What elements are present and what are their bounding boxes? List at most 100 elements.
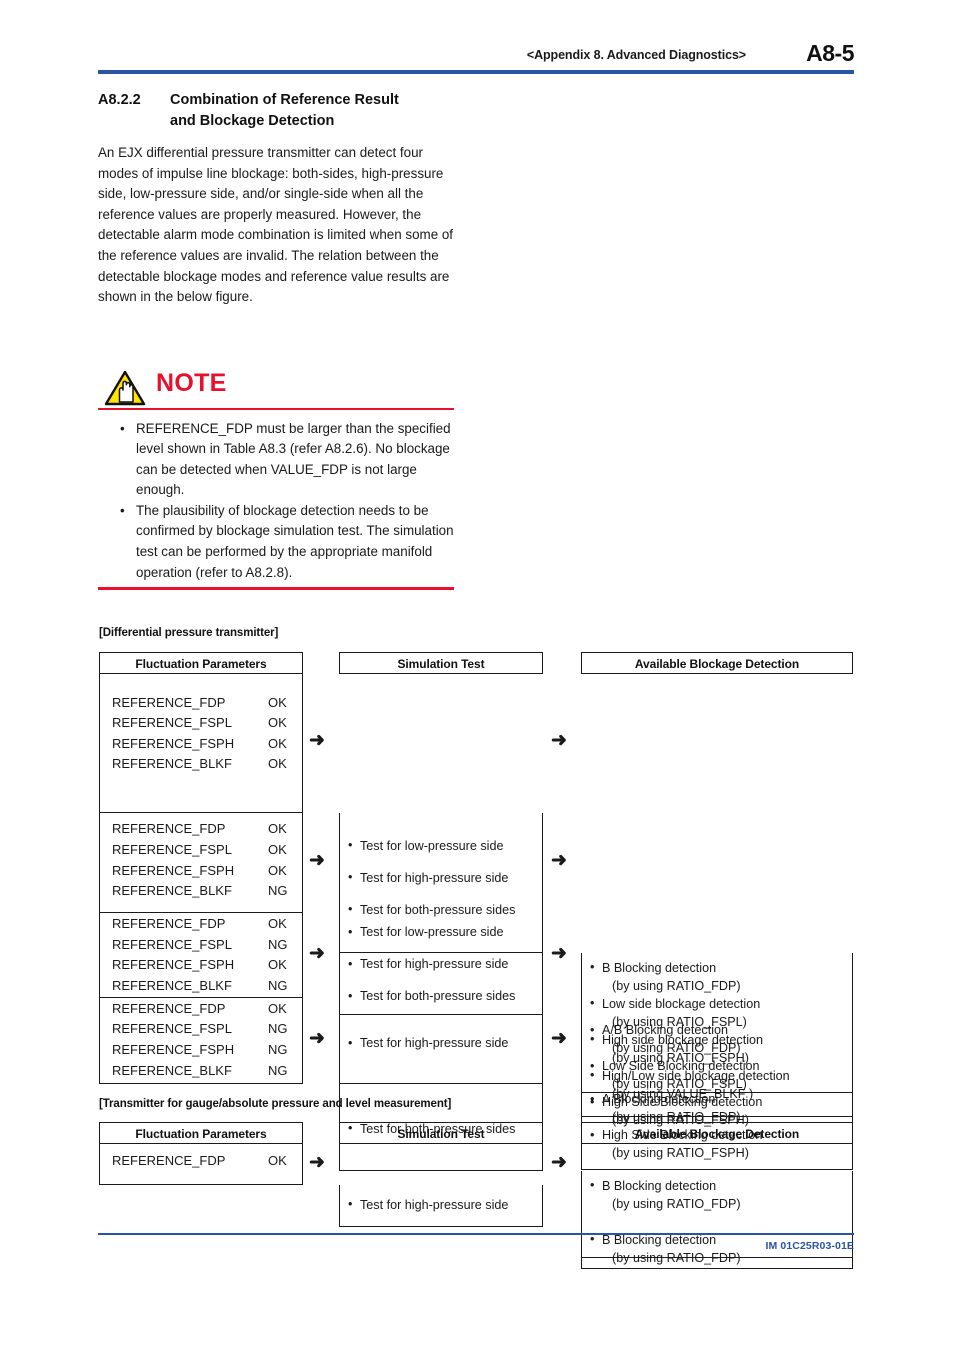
- parameter-list: REFERENCE_FDP OK REFERENCE_FSPL NG REFER…: [100, 914, 302, 996]
- arrow-right-icon: ➜: [309, 1027, 325, 1049]
- figure1-row: REFERENCE_FDP OK REFERENCE_FSPL NG REFER…: [99, 996, 854, 1258]
- parameter-row: REFERENCE_FDP OK: [100, 999, 302, 1020]
- parameter-row: REFERENCE_FSPH OK: [100, 734, 302, 755]
- parameter-row: REFERENCE_FSPH OK: [100, 861, 302, 882]
- note-title: NOTE: [156, 369, 227, 397]
- test-item: • Test for high-pressure side: [340, 1196, 542, 1214]
- parameter-name: REFERENCE_BLKF: [112, 977, 232, 993]
- column-header-fluctuation-parameters: Fluctuation Parameters: [99, 652, 303, 674]
- figure1-flow-table: Fluctuation Parameters Simulation Test A…: [99, 652, 854, 1258]
- figure1-header-row: Fluctuation Parameters Simulation Test A…: [99, 652, 854, 674]
- parameter-value: NG: [268, 977, 288, 993]
- parameter-row: REFERENCE_FDP OK: [100, 693, 302, 714]
- parameter-name: REFERENCE_BLKF: [112, 883, 232, 899]
- parameter-value: NG: [268, 883, 288, 899]
- parameter-name: REFERENCE_FSPL: [112, 936, 232, 952]
- parameter-list: REFERENCE_FDP OK REFERENCE_FSPL OK REFER…: [100, 693, 302, 775]
- parameter-row: REFERENCE_FDP OK: [100, 819, 302, 840]
- column-header-available-blockage-detection: Available Blockage Detection: [581, 652, 853, 674]
- parameter-value: OK: [268, 735, 287, 751]
- parameter-value: OK: [268, 1000, 287, 1016]
- figure2-caption: [Transmitter for gauge/absolute pressure…: [99, 1098, 452, 1110]
- column-header-fluctuation-parameters: Fluctuation Parameters: [99, 1122, 303, 1144]
- section-heading: A8.2.2 Combination of Reference Result a…: [98, 90, 518, 132]
- bullet-glyph: •: [120, 502, 125, 518]
- document-number: IM 01C25R03-01E: [765, 1240, 854, 1252]
- parameter-name: REFERENCE_FSPL: [112, 715, 232, 731]
- parameter-name: REFERENCE_FSPH: [112, 735, 235, 751]
- figure1-caption: [Differential pressure transmitter]: [99, 627, 279, 639]
- note-item-text: The plausibility of blockage detection n…: [136, 502, 454, 580]
- arrow-right-icon: ➜: [309, 729, 325, 751]
- parameter-name: REFERENCE_FDP: [112, 1000, 226, 1016]
- parameter-row: REFERENCE_BLKF NG: [100, 881, 302, 902]
- section-number: A8.2.2: [98, 92, 141, 108]
- column-header-available-blockage-detection: Available Blockage Detection: [581, 1122, 853, 1144]
- intro-paragraph: An EJX differential pressure transmitter…: [98, 145, 454, 305]
- parameter-name: REFERENCE_FSPH: [112, 862, 235, 878]
- figure1-row: REFERENCE_FDP OK REFERENCE_FSPL NG REFER…: [99, 912, 854, 1171]
- parameter-value: OK: [268, 862, 287, 878]
- running-head: <Appendix 8. Advanced Diagnostics>: [526, 48, 746, 62]
- arrow-right-icon: ➜: [551, 1151, 567, 1173]
- parameter-row: REFERENCE_FSPL NG: [100, 935, 302, 956]
- parameter-value: OK: [268, 1152, 287, 1168]
- parameter-row: REFERENCE_BLKF NG: [100, 1061, 302, 1082]
- parameter-value: OK: [268, 957, 287, 973]
- note-rule-bottom: [98, 587, 454, 590]
- parameter-row: REFERENCE_FSPL OK: [100, 840, 302, 861]
- column-header-simulation-test: Simulation Test: [339, 652, 543, 674]
- simulation-test-cell: • Test for high-pressure side: [339, 1184, 543, 1227]
- test-list: • Test for high-pressure side: [340, 1196, 542, 1214]
- page-number: A8-5: [806, 40, 854, 66]
- bullet-glyph: •: [120, 420, 125, 436]
- parameter-name: REFERENCE_BLKF: [112, 756, 232, 772]
- note-item-text: REFERENCE_FDP must be larger than the sp…: [136, 420, 451, 498]
- section-title-line1: Combination of Reference Result: [170, 92, 399, 108]
- parameter-name: REFERENCE_FDP: [112, 694, 226, 710]
- parameter-row: REFERENCE_FDP OK: [100, 1151, 302, 1172]
- arrow-right-icon: ➜: [309, 1151, 325, 1173]
- note-box: NOTE • REFERENCE_FDP must be larger than…: [98, 368, 454, 590]
- parameter-value: OK: [268, 916, 287, 932]
- bullet-glyph: •: [590, 1091, 595, 1106]
- parameter-name: REFERENCE_FDP: [112, 1152, 226, 1168]
- parameter-name: REFERENCE_FSPH: [112, 1042, 235, 1057]
- arrow-right-icon: ➜: [551, 1027, 567, 1049]
- fluctuation-parameters-cell: REFERENCE_FDP OK REFERENCE_FSPL OK REFER…: [99, 811, 303, 914]
- parameter-value: NG: [268, 1042, 288, 1057]
- parameter-row: REFERENCE_FSPH OK: [100, 955, 302, 976]
- warning-hand-triangle-icon: [104, 370, 146, 406]
- parameter-row: REFERENCE_BLKF OK: [100, 754, 302, 775]
- parameter-name: REFERENCE_FSPH: [112, 957, 235, 973]
- parameter-row: REFERENCE_FDP OK: [100, 914, 302, 935]
- header-rule: [98, 70, 854, 74]
- parameter-name: REFERENCE_FSPL: [112, 1021, 232, 1037]
- parameter-name: REFERENCE_BLKF: [112, 1062, 232, 1078]
- figure1-row: REFERENCE_FDP OK REFERENCE_FSPL OK REFER…: [99, 811, 854, 1127]
- parameter-value: NG: [268, 1062, 288, 1078]
- arrow-right-icon: ➜: [551, 729, 567, 751]
- note-list: • REFERENCE_FDP must be larger than the …: [98, 410, 454, 584]
- section-title-line2: and Blockage Detection: [170, 113, 335, 129]
- detection-item: • A Blocking detection (by using RATIO_F…: [582, 1090, 852, 1126]
- fluctuation-parameters-cell: REFERENCE_FDP OK REFERENCE_FSPL OK REFER…: [99, 672, 303, 813]
- parameter-value: OK: [268, 756, 287, 772]
- parameter-list: REFERENCE_FDP OK REFERENCE_FSPL OK REFER…: [100, 819, 302, 901]
- figure2-row: REFERENCE_FDP OK ➜ • Test for high-press…: [99, 1142, 854, 1269]
- arrow-right-icon: ➜: [551, 943, 567, 965]
- parameter-name: REFERENCE_FDP: [112, 821, 226, 837]
- parameter-row: REFERENCE_BLKF NG: [100, 976, 302, 997]
- footer-rule: [98, 1233, 854, 1235]
- parameter-value: OK: [268, 694, 287, 710]
- note-header: NOTE: [98, 368, 454, 408]
- parameter-value: NG: [268, 936, 288, 952]
- note-item: • REFERENCE_FDP must be larger than the …: [98, 419, 454, 501]
- detection-main: A Blocking detection: [602, 1092, 716, 1107]
- fluctuation-parameters-cell: REFERENCE_FDP OK: [99, 1142, 303, 1185]
- parameter-value: NG: [268, 1021, 288, 1037]
- parameter-name: REFERENCE_FSPL: [112, 842, 232, 857]
- parameter-list: REFERENCE_FDP OK: [100, 1151, 302, 1172]
- parameter-value: OK: [268, 715, 287, 731]
- parameter-row: REFERENCE_FSPL OK: [100, 713, 302, 734]
